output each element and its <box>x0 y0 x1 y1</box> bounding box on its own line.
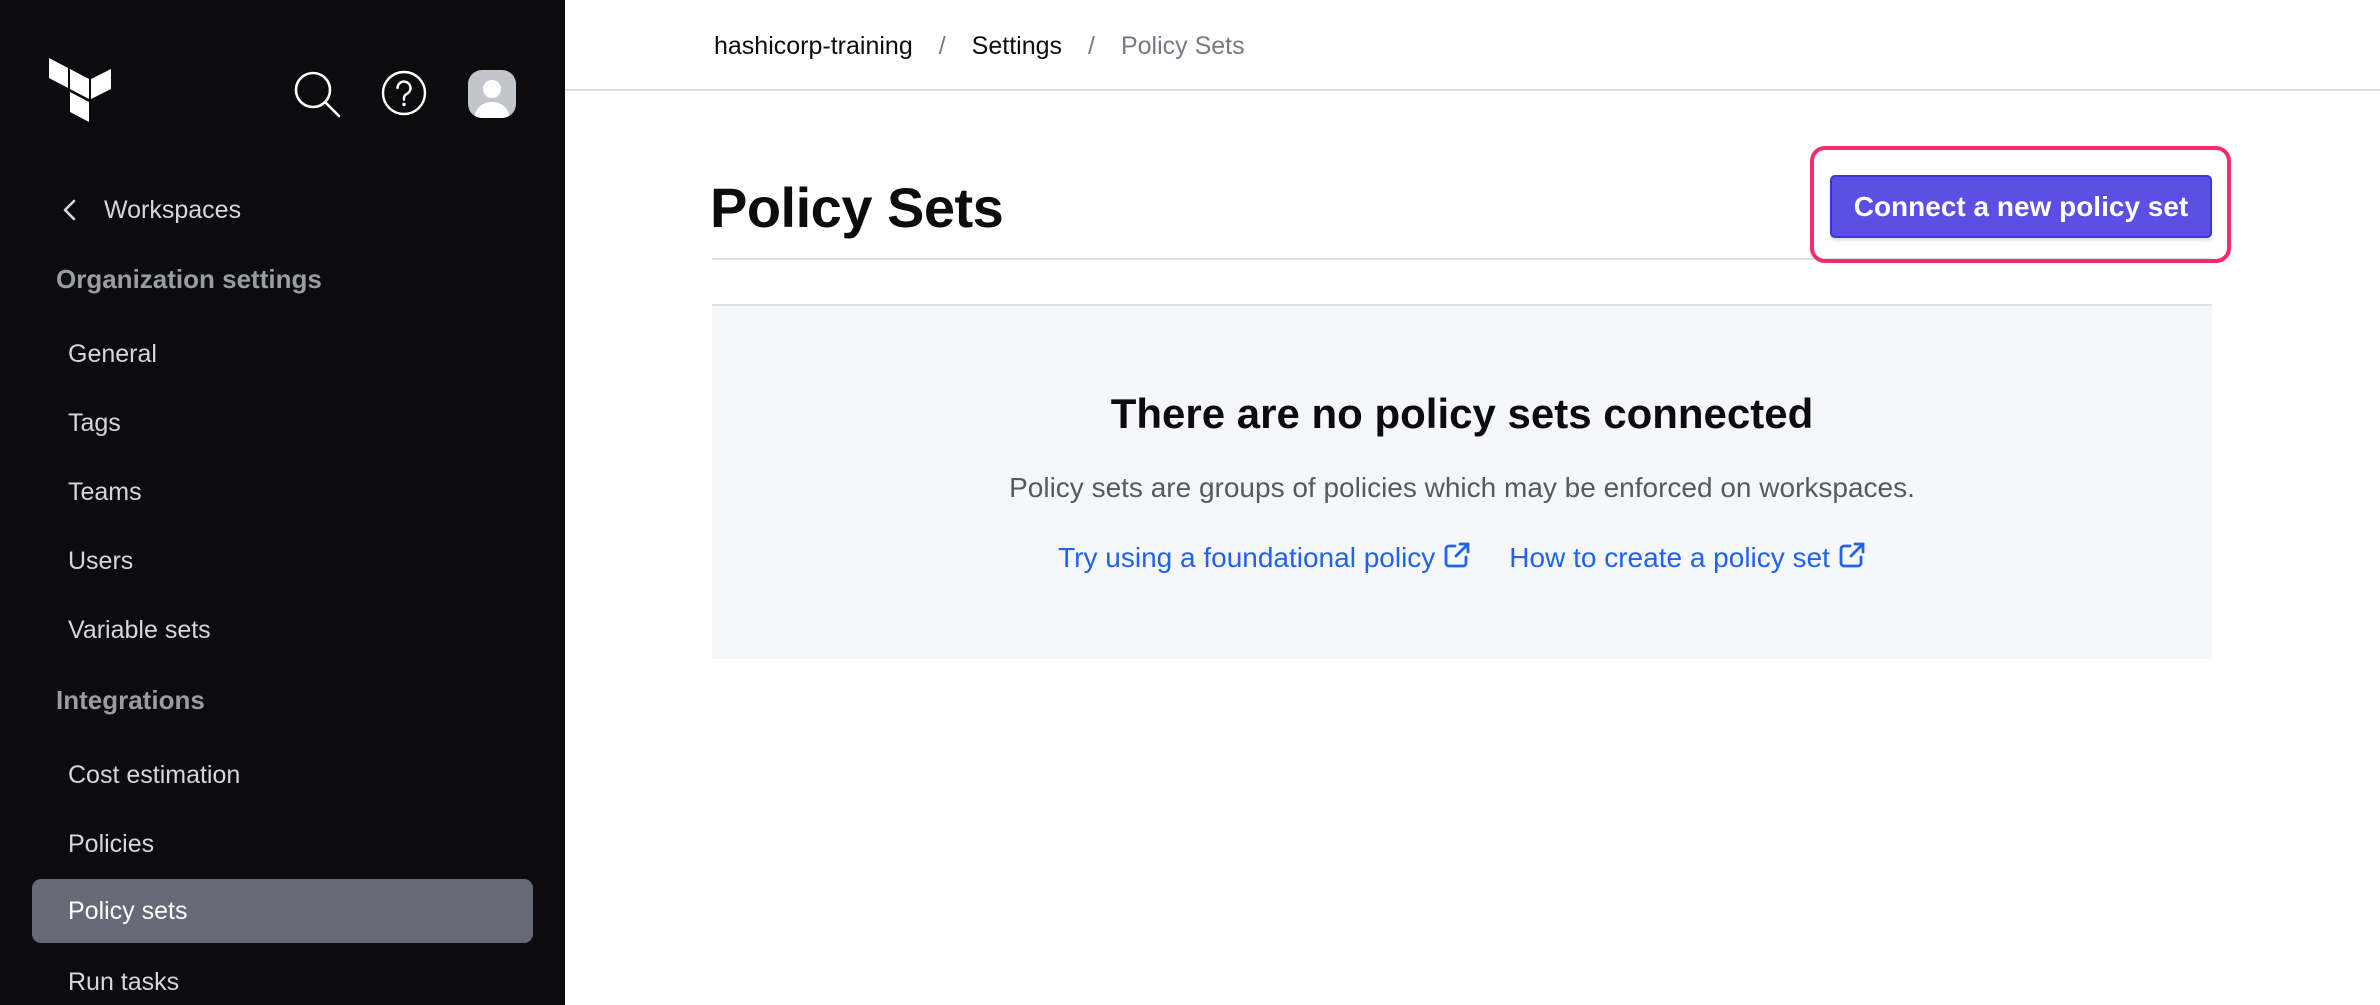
sidebar-item-policies[interactable]: Policies <box>32 812 533 876</box>
empty-state-panel: There are no policy sets connected Polic… <box>712 304 2212 659</box>
section-header-integrations: Integrations <box>56 685 205 715</box>
empty-state-title: There are no policy sets connected <box>1110 390 1814 437</box>
page-title: Policy Sets <box>710 176 1004 239</box>
terraform-logo-icon[interactable] <box>49 58 111 128</box>
connect-policy-set-button[interactable]: Connect a new policy set <box>1830 175 2212 238</box>
sidebar: Workspaces Organization settings General… <box>0 0 565 1005</box>
help-icon[interactable] <box>381 70 429 118</box>
sidebar-item-run-tasks[interactable]: Run tasks <box>32 950 533 1005</box>
link-label: How to create a policy set <box>1509 542 1830 573</box>
breadcrumb-current-page: Policy Sets <box>1120 32 1245 60</box>
sidebar-item-label: General <box>68 339 157 368</box>
link-label: Try using a foundational policy <box>1058 542 1436 573</box>
external-link-icon <box>1444 542 1470 568</box>
sidebar-item-variable-sets[interactable]: Variable sets <box>32 598 533 662</box>
sidebar-item-users[interactable]: Users <box>32 529 533 593</box>
search-icon[interactable] <box>293 70 341 118</box>
sidebar-item-label: Run tasks <box>68 967 180 996</box>
sidebar-item-label: Users <box>68 546 134 575</box>
foundational-policy-link[interactable]: Try using a foundational policy <box>1058 541 1471 575</box>
create-policy-set-link[interactable]: How to create a policy set <box>1509 541 1866 575</box>
sidebar-item-label: Tags <box>68 408 121 437</box>
sidebar-item-label: Cost estimation <box>68 760 241 789</box>
sidebar-item-label: Policies <box>68 829 155 858</box>
breadcrumb-settings[interactable]: Settings <box>972 32 1062 60</box>
empty-state-description: Policy sets are groups of policies which… <box>1009 472 1915 503</box>
sidebar-item-label: Policy sets <box>68 896 188 925</box>
back-link-label: Workspaces <box>104 195 242 224</box>
back-to-workspaces-link[interactable]: Workspaces <box>56 190 241 230</box>
sidebar-item-label: Teams <box>68 477 142 506</box>
sidebar-item-label: Variable sets <box>68 615 211 644</box>
avatar[interactable] <box>468 70 516 118</box>
sidebar-item-cost-estimation[interactable]: Cost estimation <box>32 743 533 807</box>
section-header-organization-settings: Organization settings <box>56 264 322 294</box>
empty-state-links: Try using a foundational policy How to c… <box>712 541 2212 575</box>
breadcrumb-separator: / <box>1088 32 1095 60</box>
sidebar-item-policy-sets[interactable]: Policy sets <box>32 879 533 943</box>
external-link-icon <box>1839 542 1865 568</box>
chevron-left-icon <box>63 199 76 221</box>
title-divider <box>712 258 2212 260</box>
sidebar-item-teams[interactable]: Teams <box>32 460 533 524</box>
sidebar-item-general[interactable]: General <box>32 322 533 386</box>
breadcrumb-separator: / <box>938 32 946 60</box>
top-bar: hashicorp-training / Settings / Policy S… <box>565 0 2380 91</box>
breadcrumb: hashicorp-training / Settings / Policy S… <box>714 32 1245 60</box>
breadcrumb-organization[interactable]: hashicorp-training <box>714 32 913 60</box>
sidebar-item-tags[interactable]: Tags <box>32 391 533 455</box>
